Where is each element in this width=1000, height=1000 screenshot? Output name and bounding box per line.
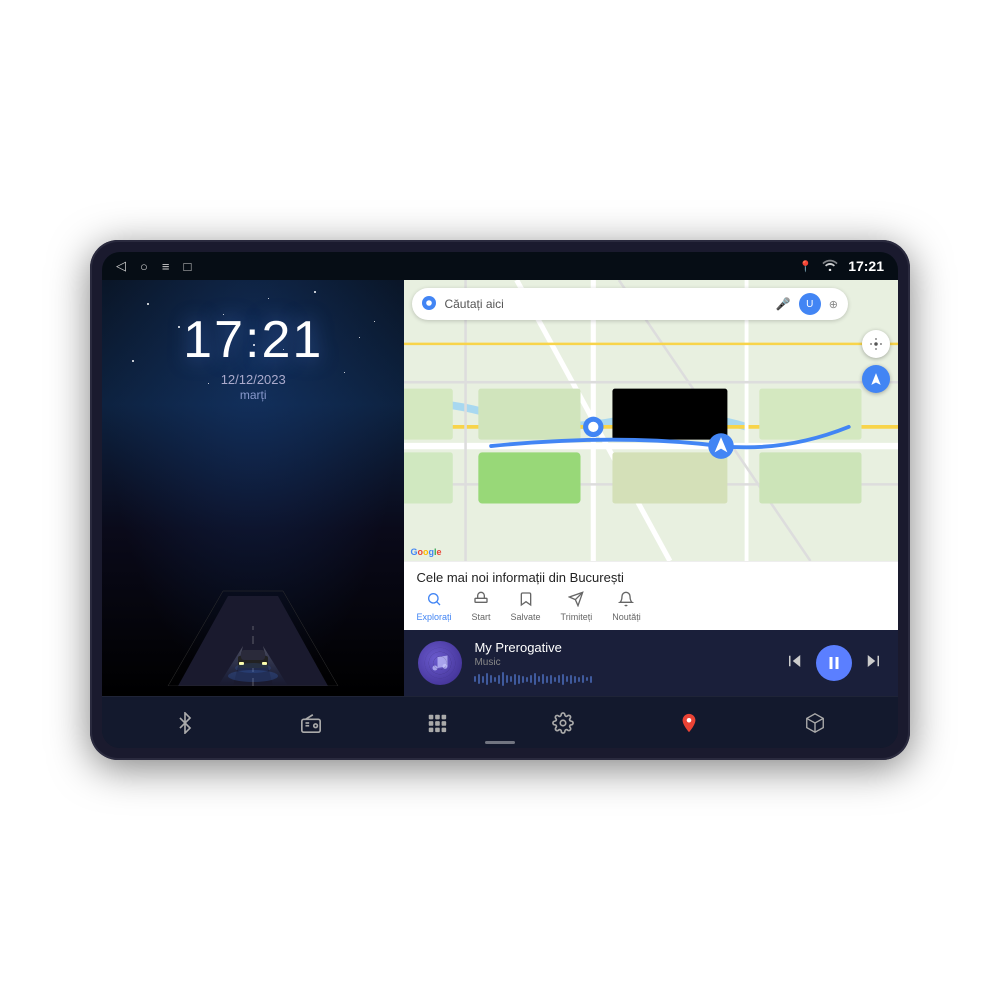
status-right: 📍 17:21	[798, 258, 884, 274]
dock-settings[interactable]	[552, 712, 574, 734]
device-screen: ◁ ○ ≡ □ 📍 17:21	[102, 252, 898, 748]
left-panel: 17:21 12/12/2023 marți	[102, 280, 404, 696]
vinyl-rings	[418, 641, 462, 685]
noutăți-icon	[618, 591, 634, 610]
map-mic-icon[interactable]: 🎤	[776, 297, 791, 311]
music-controls	[784, 645, 884, 681]
wifi-icon	[822, 259, 838, 274]
music-waveform	[474, 672, 772, 686]
google-logo: Google	[410, 547, 441, 557]
salvate-icon	[518, 591, 534, 610]
home-icon[interactable]: ○	[140, 259, 148, 274]
tab-noutăți-label: Noutăți	[612, 612, 641, 622]
music-subtitle: Music	[474, 657, 772, 668]
map-location-btn[interactable]	[862, 330, 890, 358]
bottom-dock	[102, 696, 898, 748]
prev-button[interactable]	[784, 650, 806, 677]
map-section[interactable]: Căutați aici 🎤 U ⊕	[404, 280, 898, 561]
map-canvas	[404, 280, 898, 561]
dock-radio[interactable]	[300, 712, 322, 734]
next-button[interactable]	[862, 650, 884, 677]
tab-salvate-label: Salvate	[511, 612, 541, 622]
map-search-bar[interactable]: Căutați aici 🎤 U ⊕	[412, 288, 848, 320]
music-title: My Prerogative	[474, 640, 772, 655]
tab-start-label: Start	[471, 612, 490, 622]
map-search-placeholder[interactable]: Căutați aici	[444, 297, 767, 311]
status-bar: ◁ ○ ≡ □ 📍 17:21	[102, 252, 898, 280]
map-nav-tabs: Explorați Start Salvate	[416, 591, 886, 622]
map-info-title: Cele mai noi informații din București	[416, 570, 886, 585]
map-info-bar: Cele mai noi informații din București Ex…	[404, 561, 898, 630]
back-icon[interactable]: ◁	[116, 258, 126, 274]
recent-icon[interactable]: □	[183, 259, 191, 274]
tab-salvate[interactable]: Salvate	[511, 591, 541, 622]
main-content: 17:21 12/12/2023 marți	[102, 280, 898, 696]
tab-explorați[interactable]: Explorați	[416, 591, 451, 622]
car-scene	[112, 402, 394, 686]
device-frame: ◁ ○ ≡ □ 📍 17:21	[90, 240, 910, 760]
status-time: 17:21	[848, 258, 884, 274]
tab-trimiteți-label: Trimiteți	[561, 612, 593, 622]
clock-day: marți	[240, 388, 267, 402]
map-layers-icon[interactable]: ⊕	[829, 298, 838, 311]
dock-maps[interactable]	[678, 712, 700, 734]
trimiteți-icon	[568, 591, 584, 610]
map-logo-icon	[422, 296, 436, 313]
music-player: My Prerogative Music	[404, 630, 898, 696]
start-icon	[473, 591, 489, 610]
music-album-art	[418, 641, 462, 685]
music-info: My Prerogative Music	[474, 640, 772, 686]
dock-apps[interactable]	[426, 712, 448, 734]
home-indicator	[485, 741, 515, 744]
nav-controls: ◁ ○ ≡ □	[116, 258, 191, 274]
explorați-icon	[426, 591, 442, 610]
dock-bluetooth[interactable]	[174, 712, 196, 734]
play-pause-button[interactable]	[816, 645, 852, 681]
dock-yandex[interactable]	[804, 712, 826, 734]
tab-trimiteți[interactable]: Trimiteți	[561, 591, 593, 622]
tab-explorați-label: Explorați	[416, 612, 451, 622]
tab-noutăți[interactable]: Noutăți	[612, 591, 641, 622]
location-icon: 📍	[798, 260, 812, 273]
menu-icon[interactable]: ≡	[162, 259, 170, 274]
map-user-avatar[interactable]: U	[799, 293, 821, 315]
tab-start[interactable]: Start	[471, 591, 490, 622]
clock-date: 12/12/2023	[221, 372, 286, 387]
map-navigate-btn[interactable]	[862, 365, 890, 393]
clock-time: 17:21	[183, 310, 323, 370]
right-panel: Căutați aici 🎤 U ⊕	[404, 280, 898, 696]
car-road-svg	[138, 556, 368, 686]
